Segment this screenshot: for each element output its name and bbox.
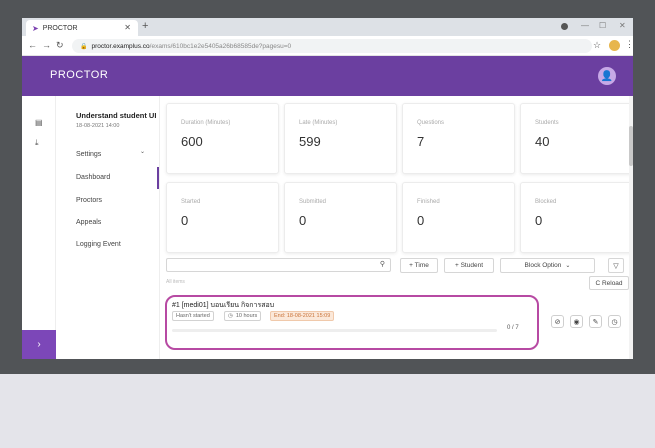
close-tab-icon[interactable]: ✕ [124,23,131,32]
stat-card-questions: Questions 7 [402,103,515,174]
address-bar: ← → ↻ 🔒 proctor.examplus.co /exams/610bc… [22,36,633,56]
minimize-icon[interactable]: — [581,21,589,30]
profile-indicator-icon[interactable] [561,23,568,30]
stat-card-started: Started 0 [166,182,279,253]
filter-icon[interactable]: ▽ [608,258,624,273]
user-avatar-icon[interactable]: 👤 [598,67,616,85]
refresh-icon[interactable]: ↻ [56,40,64,51]
stat-card-late: Late (Minutes) 599 [284,103,397,174]
stat-value: 0 [299,213,307,228]
window-close-icon[interactable]: ✕ [619,21,626,30]
stat-value: 0 [181,213,189,228]
active-indicator [157,167,159,189]
search-input[interactable] [171,260,371,271]
exams-list-icon[interactable]: ▤ [35,118,43,127]
browser-profile-avatar[interactable] [609,40,620,51]
download-icon[interactable]: ⤓ [35,138,39,148]
stat-card-duration: Duration (Minutes) 600 [166,103,279,174]
exam-date: 18-08-2021 14:00 [76,123,120,129]
stat-label: Finished [417,199,440,205]
url-field[interactable]: 🔒 proctor.examplus.co /exams/610bc1e2e54… [72,39,592,53]
search-icon[interactable]: ⚲ [380,260,385,268]
stat-label: Blocked [535,199,557,205]
stat-value: 0 [535,213,543,228]
chevron-right-icon: › [37,339,41,350]
sidebar-item-settings[interactable]: Settings [76,151,101,158]
stat-label: Started [181,199,201,205]
icon-rail: ▤ ⤓ › [22,96,56,359]
stat-value: 0 [417,213,425,228]
stat-card-students: Students 40 [520,103,633,174]
url-host: proctor.examplus.co [91,42,150,50]
sidebar-item-logging-event[interactable]: Logging Event [76,241,121,248]
stat-label: Submitted [299,199,327,205]
lock-icon: 🔒 [80,43,88,50]
time-icon[interactable]: ◷ [608,315,621,328]
new-tab-icon[interactable]: + [142,20,148,32]
browser-tab[interactable]: ➤ PROCTOR ✕ [26,20,138,36]
stat-card-finished: Finished 0 [402,182,515,253]
stat-value: 7 [417,134,425,149]
scrollbar-thumb[interactable] [629,126,633,166]
student-search: ⚲ [166,258,391,272]
back-arrow-icon[interactable]: ← [28,40,37,50]
bookmark-star-icon[interactable]: ☆ [593,40,601,51]
browser-menu-icon[interactable]: ⋮ [625,39,633,50]
laptop-base [0,374,655,448]
stat-value: 599 [299,134,321,149]
chevron-down-icon[interactable]: ⌄ [140,148,145,155]
stat-label: Questions [417,120,445,126]
block-option-dropdown[interactable]: Block Option ⌄ [500,258,595,273]
browser-tab-title: PROCTOR [42,24,78,32]
stat-label: Students [535,120,559,126]
block-icon[interactable]: ⊘ [551,315,564,328]
add-student-button[interactable]: + Student [444,258,494,273]
app-header: PROCTOR 👤 [22,56,633,96]
add-time-button[interactable]: + Time [400,258,438,273]
sidebar-item-dashboard[interactable]: Dashboard [76,174,110,181]
sidebar-item-proctors[interactable]: Proctors [76,197,102,204]
chevron-down-icon: ⌄ [565,263,571,269]
stat-card-blocked: Blocked 0 [520,182,633,253]
brand-logo[interactable]: PROCTOR [50,69,108,81]
stat-label: Late (Minutes) [299,120,338,126]
edit-icon[interactable]: ✎ [589,315,602,328]
exam-title: Understand student UI [76,111,157,120]
forward-arrow-icon[interactable]: → [42,40,51,50]
exam-sidebar: Understand student UI 18-08-2021 14:00 S… [56,96,160,359]
stat-value: 600 [181,134,203,149]
expand-sidebar-button[interactable]: › [22,330,56,359]
block-option-label: Block Option [524,262,562,269]
view-icon[interactable]: ◉ [570,315,583,328]
maximize-icon[interactable]: ☐ [599,21,606,30]
highlight-annotation [165,295,539,350]
tab-bar: ➤ PROCTOR ✕ + — ☐ ✕ [22,18,633,36]
list-caption: All items [166,279,185,285]
stat-value: 40 [535,134,550,149]
stat-label: Duration (Minutes) [181,120,231,126]
reload-button[interactable]: C Reload [589,276,629,290]
url-path: /exams/610bc1e2e5405a26b68585de?pagesu=0 [149,42,292,50]
page-scrollbar[interactable] [629,96,633,359]
sidebar-item-appeals[interactable]: Appeals [76,219,101,226]
stat-card-submitted: Submitted 0 [284,182,397,253]
proctor-favicon-icon: ➤ [32,23,39,33]
